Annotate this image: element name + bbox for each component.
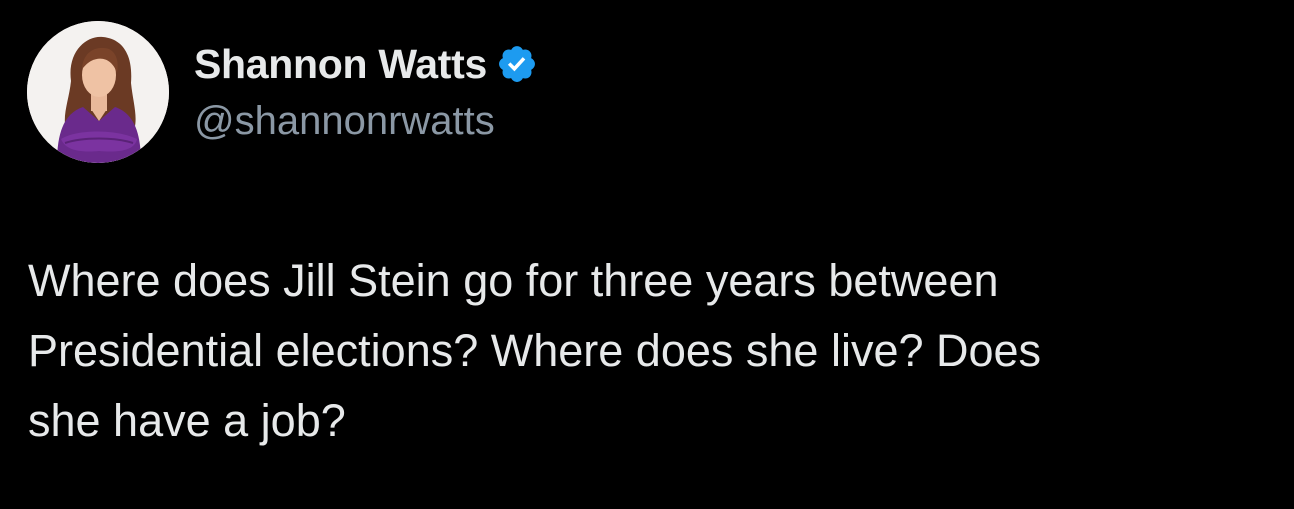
tweet-card: Shannon Watts @shannonrwatts Where does … <box>0 0 1294 509</box>
verified-badge-icon[interactable] <box>496 43 538 85</box>
author-name-row: Shannon Watts <box>194 39 538 89</box>
tweet-text: Where does Jill Stein go for three years… <box>28 255 1042 446</box>
author-handle[interactable]: @shannonrwatts <box>194 99 495 144</box>
author-avatar[interactable] <box>27 21 169 163</box>
author-display-name[interactable]: Shannon Watts <box>194 41 487 88</box>
avatar-photo <box>27 21 169 163</box>
